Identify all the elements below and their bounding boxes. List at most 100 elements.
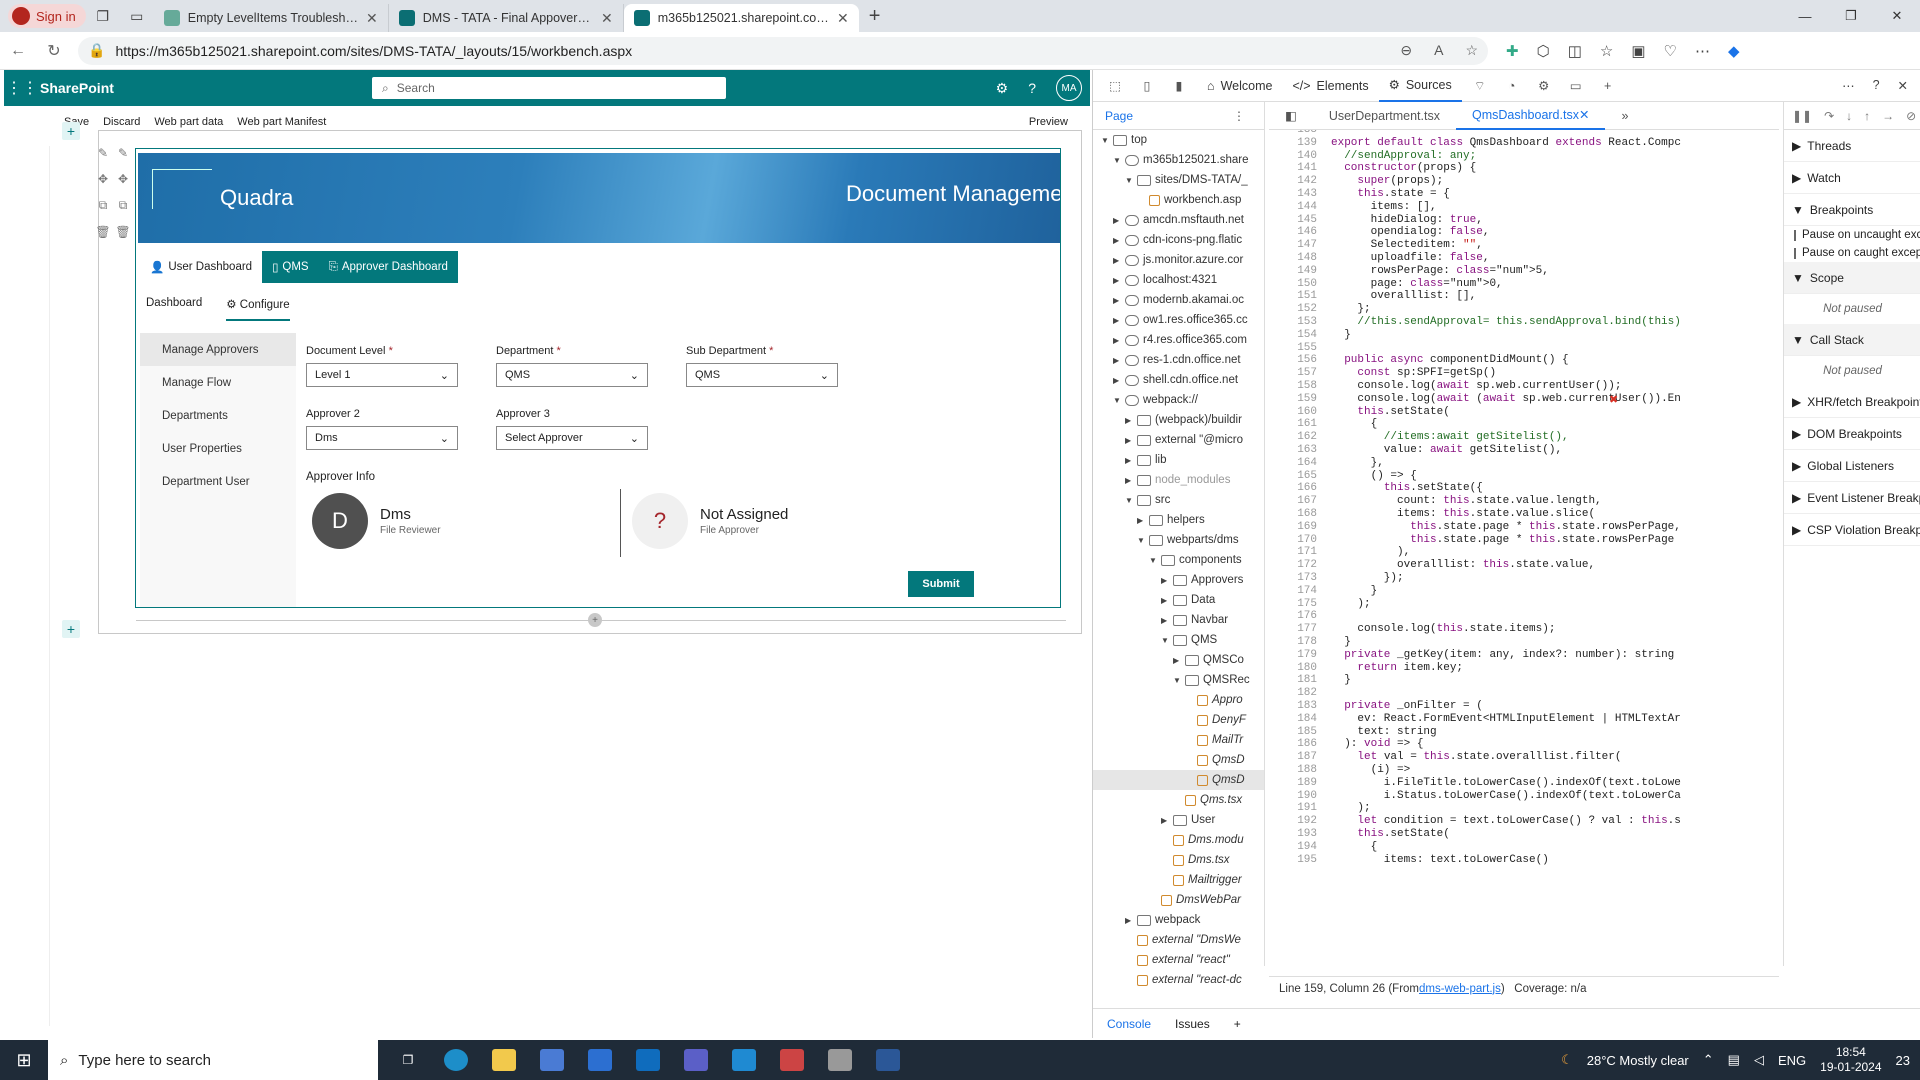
side-item-department-user[interactable]: Department User <box>140 465 296 498</box>
close-window-button[interactable]: ✕ <box>1874 0 1920 32</box>
editor-tab[interactable]: UserDepartment.tsx <box>1313 102 1456 130</box>
task-view-icon[interactable]: ❐ <box>384 1040 432 1080</box>
more-options-icon[interactable]: ⋯ <box>1842 78 1855 93</box>
tree-item[interactable]: external "react" <box>1093 950 1264 970</box>
tree-item[interactable]: ▶ Approvers <box>1093 570 1264 590</box>
tray-chevron-icon[interactable]: ⌃ <box>1703 1052 1714 1068</box>
add-section-top-button[interactable]: + <box>62 122 80 140</box>
app-icon[interactable] <box>768 1040 816 1080</box>
approver2-dropdown[interactable]: Dms ⌄ <box>306 426 458 450</box>
tree-item[interactable]: DenyF <box>1093 710 1264 730</box>
tree-item[interactable]: ▼ sites/DMS-TATA/_ <box>1093 170 1264 190</box>
device-emulation-icon[interactable]: ▯ <box>1133 78 1161 93</box>
more-tabs-icon[interactable]: » <box>1605 102 1644 130</box>
tree-item[interactable]: ▶ r4.res.office365.com <box>1093 330 1264 350</box>
url-field[interactable]: 🔒 https://m365b125021.sharepoint.com/sit… <box>78 36 1488 65</box>
tree-item[interactable]: ▼ webparts/dms <box>1093 530 1264 550</box>
pause-checkbox[interactable]: Pause on uncaught exceptions <box>1784 226 1920 244</box>
step-over-icon[interactable]: ↷ <box>1824 109 1834 123</box>
tree-item[interactable]: Mailtrigger <box>1093 870 1264 890</box>
subnav-configure[interactable]: ⚙ Configure <box>226 297 290 321</box>
tree-item[interactable]: ▶ lib <box>1093 450 1264 470</box>
edit-section-icon[interactable]: ✎ <box>98 146 108 160</box>
step-into-icon[interactable]: ↓ <box>1846 109 1852 123</box>
tree-item[interactable]: ▼ webpack:// <box>1093 390 1264 410</box>
tree-item[interactable]: ▶ amcdn.msftauth.net <box>1093 210 1264 230</box>
debug-section[interactable]: ▶ CSP Violation Breakpoints <box>1784 514 1920 546</box>
extensions-icon[interactable]: ⬡ <box>1537 42 1550 60</box>
tree-item[interactable]: external "react-dc <box>1093 970 1264 990</box>
close-devtools-icon[interactable]: ✕ <box>1898 78 1908 93</box>
preview-button[interactable]: Preview <box>1029 116 1068 128</box>
browser-tab[interactable]: m365b125021.sharepoint.com/si ✕ <box>623 4 859 32</box>
minimize-button[interactable]: — <box>1782 0 1828 32</box>
collections-icon[interactable]: ▣ <box>1631 42 1645 60</box>
debug-section-breakpoints[interactable]: ▼ Breakpoints <box>1784 194 1920 226</box>
sharepoint-search-input[interactable]: ⌕ Search <box>372 77 726 99</box>
delete-webpart-icon[interactable]: 🗑 <box>115 225 130 239</box>
tree-item[interactable]: ▼ src <box>1093 490 1264 510</box>
close-tab-icon[interactable]: ✕ <box>601 10 613 27</box>
tree-item[interactable]: ▶ User <box>1093 810 1264 830</box>
workspaces-icon[interactable]: ❐ <box>86 2 120 30</box>
browser-tab[interactable]: Empty LevelItems Troubleshootir ✕ <box>154 4 389 32</box>
file-explorer-icon[interactable] <box>480 1040 528 1080</box>
read-aloud-icon[interactable]: A <box>1434 42 1443 59</box>
maximize-button[interactable]: ❐ <box>1828 0 1874 32</box>
dock-icon[interactable]: ▮ <box>1165 78 1193 93</box>
settings-icon[interactable]: ⚙ <box>1530 78 1558 93</box>
side-item-manage-approvers[interactable]: Manage Approvers <box>140 333 296 366</box>
network-icon[interactable]: ▤ <box>1728 1052 1740 1068</box>
favorite-star-icon[interactable]: ☆ <box>1465 42 1478 59</box>
page-tab[interactable]: Page <box>1105 109 1133 123</box>
weather-text[interactable]: 28°C Mostly clear <box>1587 1053 1689 1068</box>
tree-item[interactable]: QmsD <box>1093 750 1264 770</box>
performance-icon[interactable]: ◔ <box>1498 79 1526 93</box>
edge-icon[interactable] <box>432 1040 480 1080</box>
clock[interactable]: 18:54 19-01-2024 <box>1820 1045 1881 1075</box>
tree-item[interactable]: workbench.asp <box>1093 190 1264 210</box>
toggle-navigator-icon[interactable]: ◧ <box>1269 102 1313 130</box>
add-drawer-tab-icon[interactable]: + <box>1234 1017 1241 1031</box>
debug-section[interactable]: ▶ Global Listeners <box>1784 450 1920 482</box>
outlook-icon[interactable] <box>624 1040 672 1080</box>
add-section-bottom-button[interactable]: + <box>62 620 80 638</box>
sign-in-button[interactable]: Sign in <box>8 4 86 28</box>
tree-item[interactable]: Dms.tsx <box>1093 850 1264 870</box>
tree-item[interactable]: ▼ top <box>1093 130 1264 150</box>
breakpoint-error-icon[interactable]: ✖ <box>1609 393 1618 407</box>
tree-item[interactable]: ▼ QMSRec <box>1093 670 1264 690</box>
vscode-icon[interactable] <box>720 1040 768 1080</box>
edit-webpart-icon[interactable]: ✎ <box>118 146 128 160</box>
tree-item[interactable]: Dms.modu <box>1093 830 1264 850</box>
tree-item[interactable]: ▶ cdn-icons-png.flatic <box>1093 230 1264 250</box>
department-dropdown[interactable]: QMS ⌄ <box>496 363 648 387</box>
language-indicator[interactable]: ENG <box>1778 1053 1806 1068</box>
app2-icon[interactable] <box>816 1040 864 1080</box>
delete-section-icon[interactable]: 🗑 <box>95 225 110 239</box>
tree-item[interactable]: Qms.tsx <box>1093 790 1264 810</box>
zoom-icon[interactable]: ⊖ <box>1400 42 1412 59</box>
source-map-link[interactable]: dms-web-part.js <box>1419 983 1501 995</box>
console-tab[interactable]: Console <box>1107 1017 1151 1031</box>
move-section-icon[interactable]: ✥ <box>98 172 108 186</box>
debug-section[interactable]: ▼ Scope <box>1784 262 1920 294</box>
issues-tab[interactable]: Issues <box>1175 1017 1210 1031</box>
close-tab-icon[interactable]: ✕ <box>837 10 849 27</box>
tree-item[interactable]: ▼ components <box>1093 550 1264 570</box>
step-out-icon[interactable]: ↑ <box>1864 109 1870 123</box>
more-icon[interactable]: ⋯ <box>1695 42 1710 60</box>
sharepoint-title[interactable]: SharePoint <box>40 80 114 96</box>
tree-item[interactable]: MailTr <box>1093 730 1264 750</box>
refresh-icon[interactable]: ↻ <box>36 41 72 61</box>
back-icon[interactable]: ← <box>0 42 36 60</box>
sub-department-dropdown[interactable]: QMS ⌄ <box>686 363 838 387</box>
side-item-user-properties[interactable]: User Properties <box>140 432 296 465</box>
new-tab-button[interactable]: + <box>869 5 881 28</box>
devtools-tab-welcome[interactable]: ⌂ Welcome <box>1197 70 1282 102</box>
debug-section[interactable]: ▶ XHR/fetch Breakpoints <box>1784 386 1920 418</box>
user-avatar[interactable]: MA <box>1056 75 1082 101</box>
subnav-dashboard[interactable]: Dashboard <box>146 297 202 321</box>
add-webpart-icon[interactable]: + <box>588 613 602 627</box>
tree-item[interactable]: ▶ shell.cdn.office.net <box>1093 370 1264 390</box>
